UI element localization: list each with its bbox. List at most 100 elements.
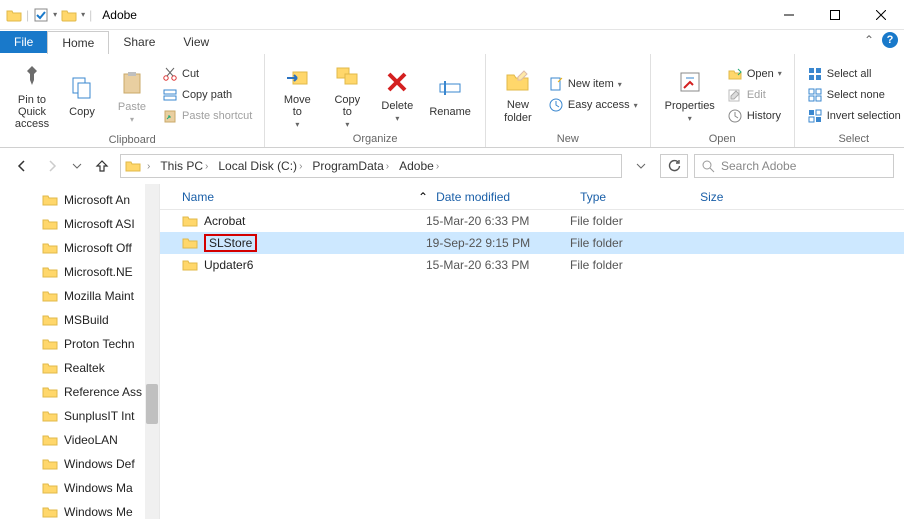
- close-button[interactable]: [858, 0, 904, 30]
- maximize-button[interactable]: [812, 0, 858, 30]
- tree-item[interactable]: Microsoft ASI: [40, 212, 159, 236]
- easy-access-button[interactable]: Easy access ▾: [544, 95, 642, 115]
- open-icon: [727, 66, 743, 82]
- tree-item[interactable]: Windows Def: [40, 452, 159, 476]
- ribbon-group-select: Select all Select none Invert selection …: [795, 54, 904, 147]
- tab-file[interactable]: File: [0, 31, 47, 53]
- recent-locations-button[interactable]: [70, 154, 84, 178]
- tree-item[interactable]: Windows Ma: [40, 476, 159, 500]
- copy-button[interactable]: Copy: [58, 70, 106, 120]
- ribbon-collapse-icon[interactable]: ⌃: [864, 33, 874, 47]
- help-icon[interactable]: ?: [882, 32, 898, 48]
- address-dropdown-button[interactable]: [628, 161, 654, 171]
- refresh-button[interactable]: [660, 154, 688, 178]
- rename-button[interactable]: Rename: [423, 70, 477, 120]
- invert-selection-button[interactable]: Invert selection: [803, 106, 904, 126]
- new-item-button[interactable]: New item ▾: [544, 74, 642, 94]
- cell-name: Updater6: [160, 257, 418, 273]
- tab-view[interactable]: View: [169, 31, 223, 53]
- tree-item[interactable]: Reference Ass: [40, 380, 159, 404]
- table-row[interactable]: Updater615-Mar-20 6:33 PMFile folder: [160, 254, 904, 276]
- forward-button[interactable]: [40, 154, 64, 178]
- body: Microsoft AnMicrosoft ASI Microsoft Off Mi…: [0, 184, 904, 519]
- tree-scrollbar[interactable]: [145, 184, 159, 519]
- cut-button[interactable]: Cut: [158, 64, 256, 84]
- search-input[interactable]: Search Adobe: [694, 154, 894, 178]
- tab-share[interactable]: Share: [109, 31, 169, 53]
- tree-item[interactable]: VideoLAN: [40, 428, 159, 452]
- select-all-button[interactable]: Select all: [803, 64, 904, 84]
- copy-path-button[interactable]: Copy path: [158, 85, 256, 105]
- scrollbar-thumb[interactable]: [146, 384, 158, 424]
- qat-dropdown-icon[interactable]: ▾: [53, 10, 57, 19]
- qat-divider2: |: [89, 8, 92, 22]
- folder-icon: [42, 432, 58, 448]
- delete-button[interactable]: Delete ▾: [373, 64, 421, 125]
- folder-icon: [42, 360, 58, 376]
- column-header-name[interactable]: Name: [160, 190, 418, 204]
- tree-item[interactable]: Proton Techn: [40, 332, 159, 356]
- history-button[interactable]: History: [723, 106, 786, 126]
- breadcrumb[interactable]: ›: [143, 161, 154, 172]
- ribbon-group-label: Select: [803, 131, 904, 145]
- tree-item-label: Microsoft Off: [64, 241, 132, 255]
- folder-icon: [125, 158, 141, 174]
- open-button[interactable]: Open ▾: [723, 64, 786, 84]
- navigation-tree[interactable]: Microsoft AnMicrosoft ASI Microsoft Off Mi…: [0, 184, 160, 519]
- column-header-date[interactable]: Date modified: [428, 190, 572, 204]
- tree-item[interactable]: Microsoft An: [40, 188, 159, 212]
- folder-icon: [42, 240, 58, 256]
- tree-item[interactable]: MSBuild: [40, 308, 159, 332]
- edit-button[interactable]: Edit: [723, 85, 786, 105]
- tree-item[interactable]: Windows Me: [40, 500, 159, 519]
- invert-selection-icon: [807, 108, 823, 124]
- folder-icon: [42, 504, 58, 519]
- tree-item-label: Proton Techn: [64, 337, 135, 351]
- breadcrumb[interactable]: Adobe ›: [395, 159, 443, 173]
- paste-button[interactable]: Paste ▾: [108, 65, 156, 126]
- paste-shortcut-button[interactable]: Paste shortcut: [158, 106, 256, 126]
- tree-item[interactable]: Mozilla Maint: [40, 284, 159, 308]
- breadcrumb[interactable]: Local Disk (C:) ›: [214, 159, 306, 173]
- history-icon: [727, 108, 743, 124]
- ribbon-group-label: Organize: [273, 131, 477, 145]
- copy-to-button[interactable]: Copy to ▾: [323, 58, 371, 131]
- tree-item[interactable]: SunplusIT Int: [40, 404, 159, 428]
- tree-item[interactable]: Microsoft.NE: [40, 260, 159, 284]
- qat-dropdown2-icon[interactable]: ▾: [81, 10, 85, 19]
- new-item-icon: [548, 76, 564, 92]
- edit-icon: [727, 87, 743, 103]
- address-bar: › This PC › Local Disk (C:) › ProgramDat…: [0, 148, 904, 184]
- folder-icon: [42, 336, 58, 352]
- move-to-button[interactable]: Move to ▾: [273, 58, 321, 131]
- column-header-size[interactable]: Size: [692, 190, 792, 204]
- chevron-down-icon: ▾: [778, 69, 782, 78]
- pin-to-quick-access-button[interactable]: Pin to Quick access: [8, 58, 56, 132]
- select-none-button[interactable]: Select none: [803, 85, 904, 105]
- table-row[interactable]: Acrobat15-Mar-20 6:33 PMFile folder: [160, 210, 904, 232]
- file-name: Acrobat: [204, 214, 245, 228]
- checkbox-qat-icon[interactable]: [33, 7, 49, 23]
- tab-home[interactable]: Home: [47, 31, 109, 54]
- ribbon-group-label: New: [494, 131, 642, 145]
- address-box[interactable]: › This PC › Local Disk (C:) › ProgramDat…: [120, 154, 622, 178]
- up-button[interactable]: [90, 154, 114, 178]
- tree-item-label: Microsoft.NE: [64, 265, 133, 279]
- table-row[interactable]: SLStore19-Sep-22 9:15 PMFile folder: [160, 232, 904, 254]
- folder-icon: [42, 216, 58, 232]
- new-folder-icon: [502, 65, 534, 97]
- minimize-button[interactable]: [766, 0, 812, 30]
- breadcrumb[interactable]: ProgramData ›: [308, 159, 393, 173]
- column-header-type[interactable]: Type: [572, 190, 692, 204]
- tree-item-label: Realtek: [64, 361, 105, 375]
- new-folder-button[interactable]: New folder: [494, 63, 542, 125]
- properties-button[interactable]: Properties ▾: [659, 64, 721, 125]
- back-button[interactable]: [10, 154, 34, 178]
- folder-icon: [6, 7, 22, 23]
- tree-item[interactable]: Realtek: [40, 356, 159, 380]
- tree-item[interactable]: Microsoft Off: [40, 236, 159, 260]
- paste-shortcut-icon: [162, 108, 178, 124]
- copy-to-icon: [331, 60, 363, 92]
- search-icon: [701, 159, 715, 173]
- breadcrumb[interactable]: This PC ›: [156, 159, 212, 173]
